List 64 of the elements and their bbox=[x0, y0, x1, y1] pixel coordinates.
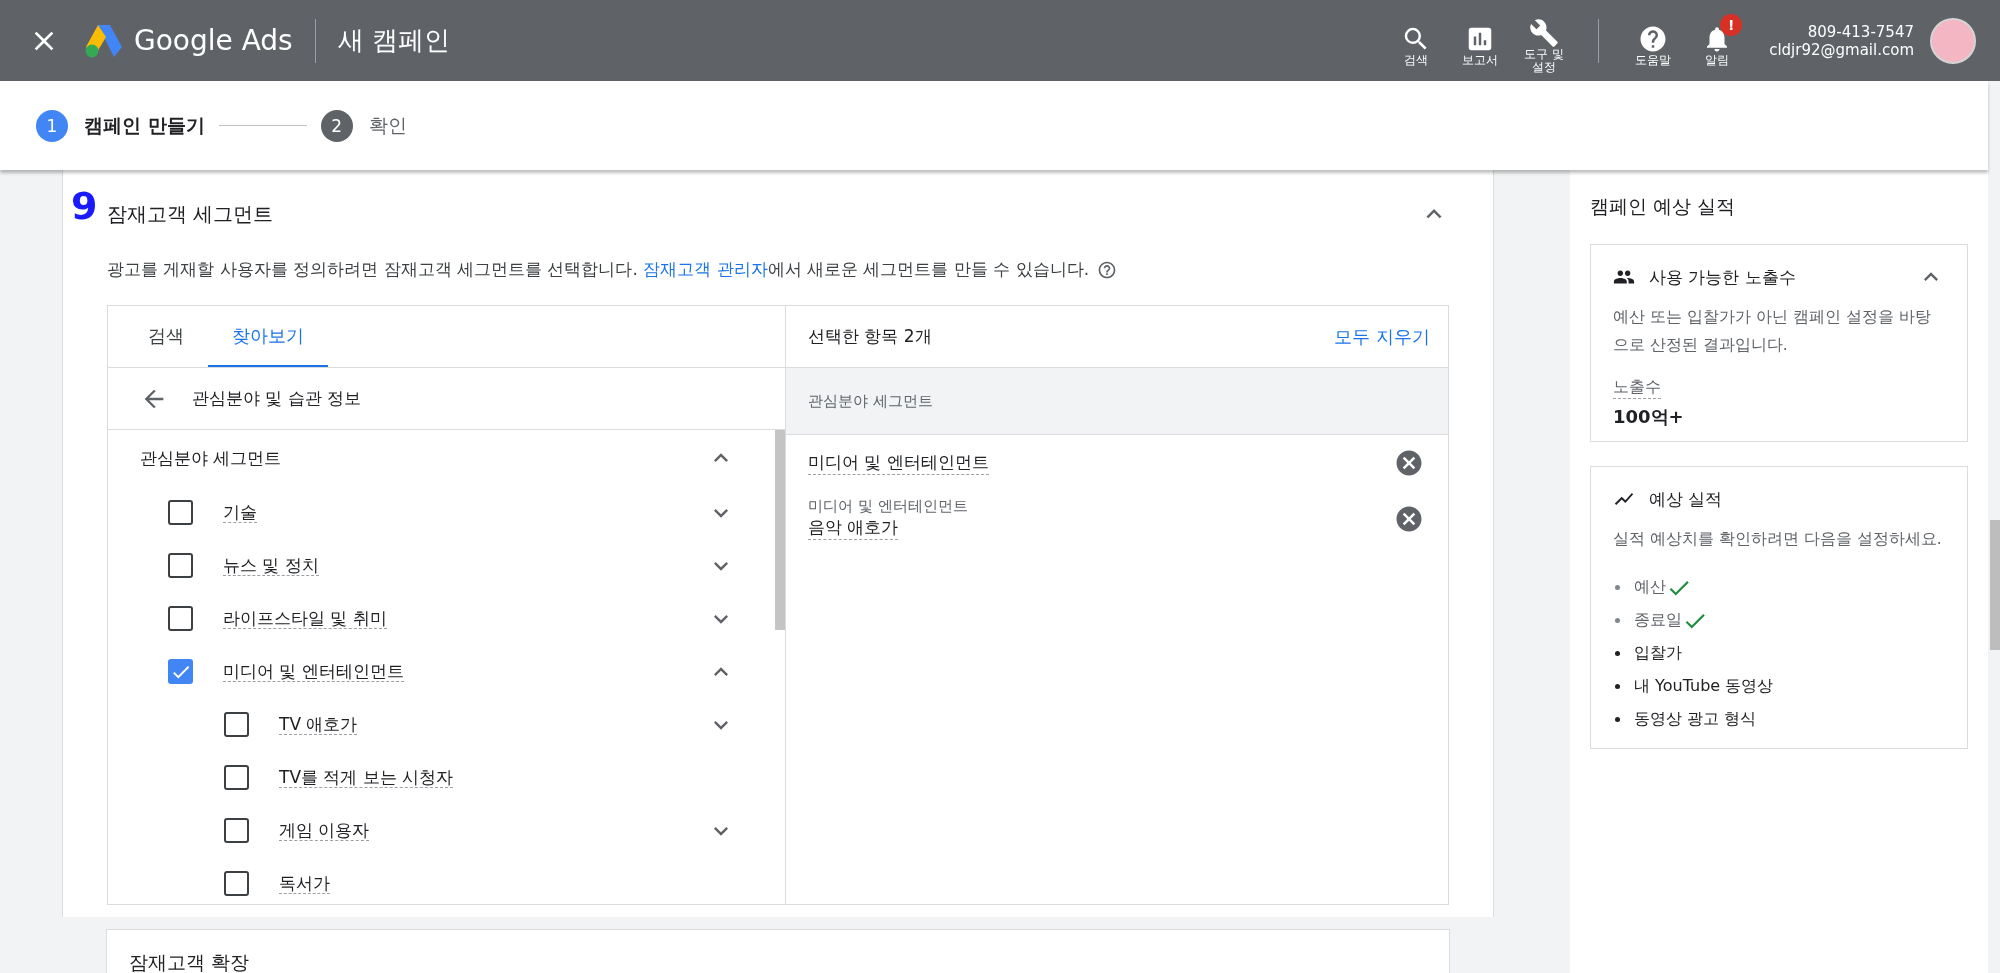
checkbox[interactable] bbox=[168, 553, 193, 578]
toolbar-button[interactable]: 검색 bbox=[1385, 14, 1448, 67]
segment-label: 라이프스타일 및 취미 bbox=[223, 608, 387, 629]
step-number: 1 bbox=[36, 109, 68, 142]
card-title: 사용 가능한 노출수 bbox=[1649, 265, 1797, 289]
checkbox[interactable] bbox=[168, 659, 193, 684]
selected-segment: 음악 애호가 bbox=[808, 516, 899, 540]
segment-label: 독서가 bbox=[279, 873, 330, 894]
section-title: 잠재고객 세그먼트 bbox=[107, 200, 275, 228]
segment-label: 미디어 및 엔터테인먼트 bbox=[223, 661, 404, 682]
metric-value: 100억+ bbox=[1613, 405, 1685, 429]
remove-icon[interactable] bbox=[1394, 448, 1424, 478]
checkbox[interactable] bbox=[224, 712, 249, 737]
tab[interactable]: 검색 bbox=[124, 306, 208, 367]
requirement-item: 종료일 bbox=[1634, 610, 1682, 631]
notification-badge: ! bbox=[1720, 14, 1743, 36]
segment-label: 게임 이용자 bbox=[279, 820, 370, 841]
clear-all-button[interactable]: 모두 지우기 bbox=[1334, 324, 1430, 349]
page-title: 새 캠페인 bbox=[337, 24, 450, 57]
scrollbar-thumb[interactable] bbox=[775, 430, 785, 630]
expansion-title: 잠재고객 확장 bbox=[129, 951, 250, 973]
checkbox[interactable] bbox=[168, 500, 193, 525]
toolbar-button[interactable]: 알림 ! bbox=[1686, 14, 1749, 67]
phone-number: 809-413-7547 bbox=[1807, 22, 1914, 41]
toolbar-button[interactable]: 도구 및 설정 bbox=[1513, 7, 1576, 74]
segment-label: TV를 적게 보는 시청자 bbox=[279, 767, 454, 788]
step-label: 캠페인 만들기 bbox=[84, 112, 205, 138]
product-name: Google Ads bbox=[134, 24, 293, 57]
card-description: 예산 또는 입찰가가 아닌 캠페인 설정을 바탕으로 산정된 결과입니다. bbox=[1613, 307, 1932, 356]
requirement-item: 입찰가 bbox=[1634, 643, 1682, 664]
segment-label: TV 애호가 bbox=[279, 714, 358, 735]
audience-manager-link[interactable]: 잠재고객 관리자 bbox=[643, 259, 768, 279]
step-number: 2 bbox=[320, 109, 353, 142]
card-title: 예상 실적 bbox=[1649, 487, 1724, 511]
checkbox[interactable] bbox=[224, 765, 249, 790]
scrollbar-thumb[interactable] bbox=[1990, 520, 2000, 650]
requirement-item: 동영상 광고 형식 bbox=[1634, 709, 1757, 730]
toolbar-button[interactable]: 도움말 bbox=[1622, 14, 1685, 67]
selected-count: 선택한 항목 2개 bbox=[808, 325, 933, 348]
requirement-item: 예산 bbox=[1634, 577, 1666, 598]
step-label: 확인 bbox=[368, 112, 407, 138]
segment-label: 뉴스 및 정치 bbox=[223, 555, 319, 576]
requirement-item: 내 YouTube 동영상 bbox=[1634, 676, 1774, 697]
metric-label: 노출수 bbox=[1613, 377, 1661, 399]
help-icon[interactable] bbox=[1097, 259, 1118, 280]
section-description: 광고를 게재할 사용자를 정의하려면 잠재고객 세그먼트를 선택합니다. 잠재고객 관리자에서 새로운 세그먼트를 만들 수 있습니다. bbox=[107, 258, 1090, 281]
wrench-icon bbox=[1529, 17, 1560, 48]
card-description: 실적 예상치를 확인하려면 다음을 설정하세요. bbox=[1613, 529, 1943, 550]
checkbox[interactable] bbox=[168, 606, 193, 631]
group-label: 관심분야 세그먼트 bbox=[786, 368, 1448, 435]
category-title: 관심분야 및 습관 정보 bbox=[192, 387, 362, 410]
account-email: cldjr92@gmail.com bbox=[1769, 40, 1914, 59]
section-number: 9 bbox=[71, 184, 98, 228]
checkbox[interactable] bbox=[224, 818, 249, 843]
checkbox[interactable] bbox=[224, 871, 249, 896]
tab[interactable]: 찾아보기 bbox=[208, 306, 328, 367]
selected-segment: 미디어 및 엔터테인먼트 bbox=[808, 451, 989, 475]
toolbar-button[interactable]: 보고서 bbox=[1449, 14, 1512, 67]
parent-category: 미디어 및 엔터테인먼트 bbox=[808, 497, 968, 516]
list-heading: 관심분야 세그먼트 bbox=[140, 446, 283, 470]
avatar[interactable] bbox=[1930, 17, 1976, 64]
google-ads-logo-icon bbox=[84, 22, 124, 59]
sidebar-title: 캠페인 예상 실적 bbox=[1590, 194, 1737, 219]
segment-label: 기술 bbox=[223, 502, 257, 523]
